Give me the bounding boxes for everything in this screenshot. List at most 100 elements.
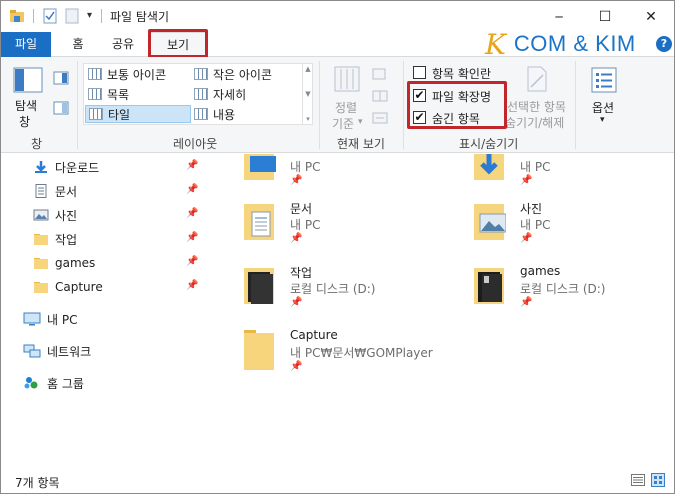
pin-icon[interactable]: 📌 xyxy=(186,184,198,195)
ribbon: 탐색 창 창 보통 아이콘 작은 아이콘 목록 자세히 타일 내용 ▲ ▼ ▾ … xyxy=(1,57,674,153)
details-view-icon[interactable] xyxy=(631,474,645,489)
tile-location: 로컬 디스크 (D:) xyxy=(290,282,376,296)
pictures-folder-icon xyxy=(474,204,506,240)
group-by-icon[interactable] xyxy=(371,67,391,84)
tab-share[interactable]: 공유 xyxy=(105,32,141,57)
minimize-button[interactable]: ─ xyxy=(536,1,582,32)
layout-small-icons[interactable]: 작은 아이콘 xyxy=(191,65,301,83)
show-hide-group-label: 표시/숨기기 xyxy=(459,137,519,151)
group-separator xyxy=(403,61,404,149)
scroll-more-icon[interactable]: ▾ xyxy=(306,115,310,123)
tile-work[interactable]: 작업 로컬 디스크 (D:) 📌 xyxy=(242,264,442,320)
new-folder-icon[interactable] xyxy=(65,8,79,27)
tile-games[interactable]: games 로컬 디스크 (D:) 📌 xyxy=(472,264,672,320)
navigation-pane: 다운로드 📌 문서 📌 사진 📌 작업 📌 games 📌 Capture 📌 xyxy=(1,154,201,466)
nav-item-pictures[interactable]: 사진 xyxy=(33,204,77,226)
sort-dropdown-icon[interactable]: ▾ xyxy=(358,117,363,127)
list-icon xyxy=(88,88,102,100)
layout-item-label: 보통 아이콘 xyxy=(107,67,167,82)
title-separator xyxy=(33,9,34,23)
pin-icon[interactable]: 📌 xyxy=(186,232,198,243)
explorer-folder-icon[interactable] xyxy=(9,8,25,27)
hide-selected-button[interactable] xyxy=(525,65,549,96)
close-button[interactable]: ✕ xyxy=(628,1,674,32)
download-icon xyxy=(35,161,47,173)
layout-content[interactable]: 내용 xyxy=(191,105,301,123)
nav-item-label: 홈 그룹 xyxy=(47,376,84,391)
layout-tiles[interactable]: 타일 xyxy=(85,105,191,123)
network-icon xyxy=(23,344,41,358)
nav-item-capture[interactable]: Capture xyxy=(33,276,103,298)
nav-item-downloads[interactable]: 다운로드 xyxy=(33,156,99,178)
navigation-pane-label-2: 창 xyxy=(19,115,31,129)
status-bar: 7개 항목 xyxy=(1,466,674,493)
tile-location: 내 PC₩문서₩GOMPlayer xyxy=(290,346,433,360)
add-columns-icon[interactable] xyxy=(371,89,391,106)
properties-icon[interactable] xyxy=(43,8,57,27)
nav-item-documents[interactable]: 문서 xyxy=(33,180,77,202)
logo-letter: K xyxy=(485,27,506,61)
tile-capture[interactable]: Capture 내 PC₩문서₩GOMPlayer 📌 xyxy=(242,328,462,384)
tile-downloads[interactable]: 내 PC 📌 xyxy=(472,154,672,198)
layout-details[interactable]: 자세히 xyxy=(191,85,301,103)
help-icon[interactable]: ? xyxy=(656,36,672,52)
tile-documents[interactable]: 문서 내 PC 📌 xyxy=(242,200,442,256)
folder-icon xyxy=(34,258,48,269)
tile-pictures[interactable]: 사진 내 PC 📌 xyxy=(472,200,672,256)
logo-text: COM & KIM xyxy=(513,31,636,56)
nav-item-work[interactable]: 작업 xyxy=(33,228,77,250)
tab-home[interactable]: 홈 xyxy=(63,32,93,57)
navigation-pane-label: 탐색 xyxy=(15,99,38,113)
title-bar: ▾ 파일 탐색기 ─ ☐ ✕ xyxy=(1,1,674,32)
pin-icon[interactable]: 📌 xyxy=(186,256,198,267)
pin-icon[interactable]: 📌 xyxy=(186,160,198,171)
scroll-down-icon[interactable]: ▼ xyxy=(305,90,310,98)
sort-by-button[interactable] xyxy=(333,65,361,96)
details-pane-icon[interactable] xyxy=(53,101,69,118)
nav-item-label: 네트워크 xyxy=(47,344,92,359)
pin-icon[interactable]: 📌 xyxy=(186,280,198,291)
options-dropdown-icon[interactable]: ▾ xyxy=(600,115,605,125)
pin-icon: 📌 xyxy=(520,297,533,308)
nav-item-games[interactable]: games xyxy=(33,252,95,274)
layout-scroller[interactable]: ▲ ▼ ▾ xyxy=(302,63,313,125)
item-checkboxes-checkbox[interactable] xyxy=(413,66,426,79)
small-icons-icon xyxy=(194,68,208,80)
size-columns-icon[interactable] xyxy=(371,111,391,128)
hide-selected-icon xyxy=(527,66,547,92)
nav-item-network[interactable]: 네트워크 xyxy=(23,340,91,362)
item-count: 7개 항목 xyxy=(15,476,60,490)
tile-desktop[interactable]: 내 PC 📌 xyxy=(242,154,442,198)
homegroup-icon xyxy=(24,377,38,389)
tile-name: 사진 xyxy=(520,202,543,216)
nav-item-label: games xyxy=(55,256,96,270)
file-explorer-window: ▾ 파일 탐색기 ─ ☐ ✕ 파일 홈 공유 보기 K COM & KIM ? … xyxy=(0,0,675,494)
quick-access-dropdown-icon[interactable]: ▾ xyxy=(87,10,92,21)
layout-medium-icons[interactable]: 보통 아이콘 xyxy=(85,65,189,83)
layout-group-label: 레이아웃 xyxy=(173,137,218,151)
scroll-up-icon[interactable]: ▲ xyxy=(305,65,310,73)
tab-file[interactable]: 파일 xyxy=(1,32,51,57)
show-hide-highlight xyxy=(407,81,507,129)
navigation-pane-button[interactable] xyxy=(13,67,43,96)
nav-item-label: 다운로드 xyxy=(55,160,100,175)
nav-item-label: 내 PC xyxy=(47,312,78,327)
layout-list[interactable]: 목록 xyxy=(85,85,189,103)
pin-icon[interactable]: 📌 xyxy=(186,208,198,219)
tile-location: 내 PC xyxy=(520,218,551,232)
desktop-folder-icon xyxy=(244,154,276,180)
pane-group-label: 창 xyxy=(31,137,43,151)
pin-icon: 📌 xyxy=(520,175,533,186)
large-icons-view-icon[interactable] xyxy=(651,473,665,490)
nav-item-homegroup[interactable]: 홈 그룹 xyxy=(23,372,84,394)
nav-item-label: 작업 xyxy=(55,232,78,247)
pc-icon xyxy=(23,312,41,326)
layout-item-label: 자세히 xyxy=(213,87,247,102)
group-separator xyxy=(77,61,78,149)
preview-pane-icon[interactable] xyxy=(53,71,69,88)
maximize-button[interactable]: ☐ xyxy=(582,1,628,32)
nav-item-this-pc[interactable]: 내 PC xyxy=(23,308,77,330)
details-icon xyxy=(194,88,208,100)
options-button[interactable] xyxy=(591,67,617,96)
pin-icon: 📌 xyxy=(290,233,303,244)
